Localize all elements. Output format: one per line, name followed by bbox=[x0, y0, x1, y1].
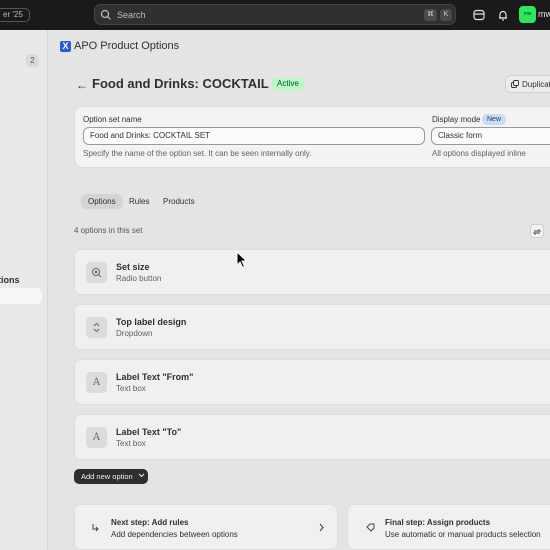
app-logo-icon: X bbox=[60, 41, 71, 52]
options-count: 4 options in this set bbox=[74, 226, 143, 235]
search-icon bbox=[100, 9, 111, 20]
refresh-icon bbox=[532, 229, 542, 235]
duplicate-button[interactable]: Duplicate bbox=[505, 75, 550, 93]
option-type: Radio button bbox=[116, 274, 162, 283]
chevron-right-icon bbox=[319, 523, 324, 532]
rules-icon bbox=[92, 524, 99, 532]
option-type: Text box bbox=[116, 439, 146, 448]
option-set-name-help: Specify the name of the option set. It c… bbox=[83, 149, 312, 158]
add-new-option-label: Add new option bbox=[81, 472, 133, 481]
radio-icon bbox=[86, 262, 107, 283]
display-mode-label: Display mode bbox=[432, 115, 481, 124]
search-bar[interactable]: Search ⌘ K bbox=[94, 4, 456, 25]
dropdown-icon bbox=[86, 317, 107, 338]
reorder-button[interactable] bbox=[530, 224, 544, 238]
sidebar-count-badge: 2 bbox=[26, 54, 39, 67]
user-name[interactable]: mw bbox=[538, 9, 550, 19]
step-subtitle: Use automatic or manual products selecti… bbox=[385, 530, 541, 539]
option-title: Label Text "From" bbox=[116, 372, 194, 382]
sidebar-active-item[interactable] bbox=[0, 288, 42, 304]
avatar[interactable]: mw bbox=[519, 6, 536, 23]
option-item-label-text-to[interactable]: A Label Text "To" Text box bbox=[74, 414, 550, 460]
option-item-set-size[interactable]: Set size Radio button bbox=[74, 249, 550, 295]
option-set-name-input[interactable]: Food and Drinks: COCKTAIL SET bbox=[83, 127, 425, 145]
add-new-option-button[interactable]: Add new option bbox=[74, 469, 148, 484]
duplicate-icon bbox=[511, 80, 519, 88]
store-icon[interactable] bbox=[472, 8, 486, 22]
tab-rules[interactable]: Rules bbox=[122, 194, 156, 209]
shortcut-k-key: K bbox=[440, 8, 452, 21]
tag-icon bbox=[366, 523, 375, 532]
top-bar: er '25 Search ⌘ K mw mw bbox=[0, 0, 550, 30]
next-step-add-rules-card[interactable]: Next step: Add rules Add dependencies be… bbox=[74, 504, 338, 550]
text-icon: A bbox=[86, 372, 107, 393]
option-type: Text box bbox=[116, 384, 146, 393]
chevron-down-icon bbox=[138, 473, 145, 478]
option-title: Set size bbox=[116, 262, 150, 272]
option-type: Dropdown bbox=[116, 329, 153, 338]
back-arrow-icon[interactable]: ← bbox=[76, 78, 88, 92]
option-item-label-text-from[interactable]: A Label Text "From" Text box bbox=[74, 359, 550, 405]
bell-icon[interactable] bbox=[496, 8, 510, 22]
final-step-assign-products-card[interactable]: Final step: Assign products Use automati… bbox=[347, 504, 550, 550]
edition-badge[interactable]: er '25 bbox=[0, 8, 30, 22]
tab-options[interactable]: Options bbox=[81, 194, 123, 209]
page-title: Food and Drinks: COCKTAIL SET bbox=[92, 76, 298, 91]
text-icon: A bbox=[86, 427, 107, 448]
sidebar-item-label[interactable]: tions bbox=[0, 275, 20, 285]
display-mode-help: All options displayed inline bbox=[432, 149, 526, 158]
option-title: Top label design bbox=[116, 317, 187, 327]
step-title: Next step: Add rules bbox=[111, 518, 189, 527]
step-title: Final step: Assign products bbox=[385, 518, 491, 527]
option-set-name-label: Option set name bbox=[83, 115, 142, 124]
mouse-cursor-icon bbox=[236, 251, 248, 269]
tab-products[interactable]: Products bbox=[156, 194, 202, 209]
status-badge: Active bbox=[272, 78, 304, 90]
new-badge: New bbox=[482, 114, 507, 125]
duplicate-label: Duplicate bbox=[522, 79, 550, 89]
sidebar: 2 tions bbox=[0, 30, 48, 550]
option-item-top-label-design[interactable]: Top label design Dropdown bbox=[74, 304, 550, 350]
search-placeholder: Search bbox=[117, 9, 146, 20]
app-title: APO Product Options bbox=[74, 40, 180, 52]
option-title: Label Text "To" bbox=[116, 427, 182, 437]
display-mode-select[interactable]: Classic form bbox=[431, 127, 550, 145]
step-subtitle: Add dependencies between options bbox=[111, 530, 238, 539]
shortcut-cmd-key: ⌘ bbox=[424, 8, 437, 21]
